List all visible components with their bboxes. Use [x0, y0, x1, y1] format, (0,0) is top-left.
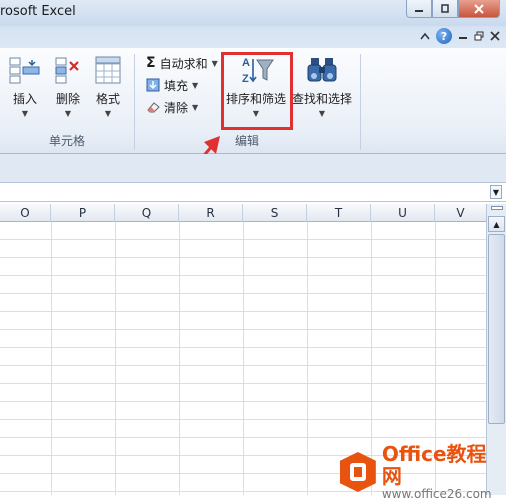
title-bar: rosoft Excel: [0, 0, 506, 26]
watermark-url: www.office26.com: [381, 487, 492, 501]
ribbon-tab-row: ?: [0, 26, 506, 48]
watermark-title: Office教程网: [381, 442, 487, 488]
grid-line: [0, 257, 486, 258]
fill-button[interactable]: 填充 ▼: [146, 76, 198, 94]
format-button[interactable]: 格式 ▼: [92, 54, 124, 118]
clear-button[interactable]: 清除 ▼: [146, 98, 198, 116]
group-divider: [360, 54, 361, 150]
chevron-down-icon: ▼: [192, 80, 199, 90]
chevron-down-icon: ▼: [211, 58, 218, 68]
clear-label: 清除: [164, 100, 189, 115]
chevron-down-icon: ▼: [64, 109, 72, 118]
grid-line: [0, 311, 486, 312]
autosum-button[interactable]: Σ 自动求和 ▼: [146, 54, 218, 72]
grid-line: [0, 365, 486, 366]
collapse-ribbon-icon[interactable]: [420, 32, 430, 40]
column-header[interactable]: Q: [115, 204, 179, 222]
grid-line: [0, 383, 486, 384]
restore-button[interactable]: [432, 0, 458, 18]
workbook-controls: ?: [420, 28, 500, 44]
restore-icon: [441, 3, 449, 13]
minimize-icon: [415, 9, 423, 12]
insert-label: 插入: [12, 92, 37, 106]
scroll-up-button[interactable]: ▲: [488, 216, 505, 232]
format-label: 格式: [95, 92, 120, 106]
column-header[interactable]: U: [371, 204, 435, 222]
column-header[interactable]: O: [0, 204, 51, 222]
annotation-highlight-box: [221, 52, 293, 130]
formula-strip: [0, 154, 506, 182]
grid-line: [0, 347, 486, 348]
watermark: Office教程网 www.office26.com: [340, 443, 506, 501]
fill-down-icon: [146, 78, 160, 92]
grid-line: [0, 401, 486, 402]
scroll-thumb[interactable]: [488, 234, 505, 424]
split-handle[interactable]: [491, 206, 503, 210]
column-header[interactable]: P: [51, 204, 115, 222]
editing-group-label: 编辑: [234, 134, 259, 148]
grid-line: [0, 239, 486, 240]
close-icon: [474, 3, 484, 14]
autosum-label: 自动求和: [159, 56, 208, 71]
workbook-restore-icon[interactable]: [474, 31, 484, 41]
workbook-close-icon[interactable]: [490, 31, 500, 41]
eraser-icon: [147, 102, 160, 113]
grid-line: [0, 419, 486, 420]
find-select-label: 查找和选择: [292, 92, 353, 106]
insert-button[interactable]: 插入 ▼: [8, 54, 42, 118]
chevron-down-icon: ▼: [192, 102, 199, 112]
office-logo-icon: [340, 452, 376, 492]
find-select-button[interactable]: 查找和选择 ▼: [292, 54, 352, 118]
window-controls: [406, 0, 500, 18]
minimize-button[interactable]: [406, 0, 432, 18]
fill-label: 填充: [164, 78, 189, 93]
grid-line: [0, 437, 486, 438]
delete-label: 删除: [55, 92, 80, 106]
grid-line: [0, 275, 486, 276]
binoculars-icon: [307, 58, 337, 82]
column-headers: O P Q R S T U V: [0, 204, 486, 222]
formula-bar[interactable]: ▼: [0, 182, 506, 202]
column-header[interactable]: V: [435, 204, 486, 222]
delete-cells-icon: [55, 57, 79, 84]
help-icon[interactable]: ?: [436, 28, 452, 44]
format-cells-icon: [95, 56, 121, 84]
grid-line: [0, 329, 486, 330]
cells-group-label: 单元格: [48, 134, 85, 148]
expand-formula-bar-icon[interactable]: ▼: [490, 185, 502, 199]
insert-cells-icon: [9, 57, 40, 84]
workbook-minimize-icon[interactable]: [458, 31, 468, 41]
chevron-down-icon: ▼: [21, 109, 29, 118]
delete-button[interactable]: 删除 ▼: [52, 54, 84, 118]
close-button[interactable]: [458, 0, 500, 18]
chevron-down-icon: ▼: [318, 109, 326, 118]
column-header[interactable]: R: [179, 204, 243, 222]
grid-line: [0, 293, 486, 294]
sigma-icon: Σ: [146, 55, 156, 71]
column-header[interactable]: S: [243, 204, 307, 222]
window-title: rosoft Excel: [0, 4, 76, 19]
column-header[interactable]: T: [307, 204, 371, 222]
chevron-down-icon: ▼: [104, 109, 112, 118]
